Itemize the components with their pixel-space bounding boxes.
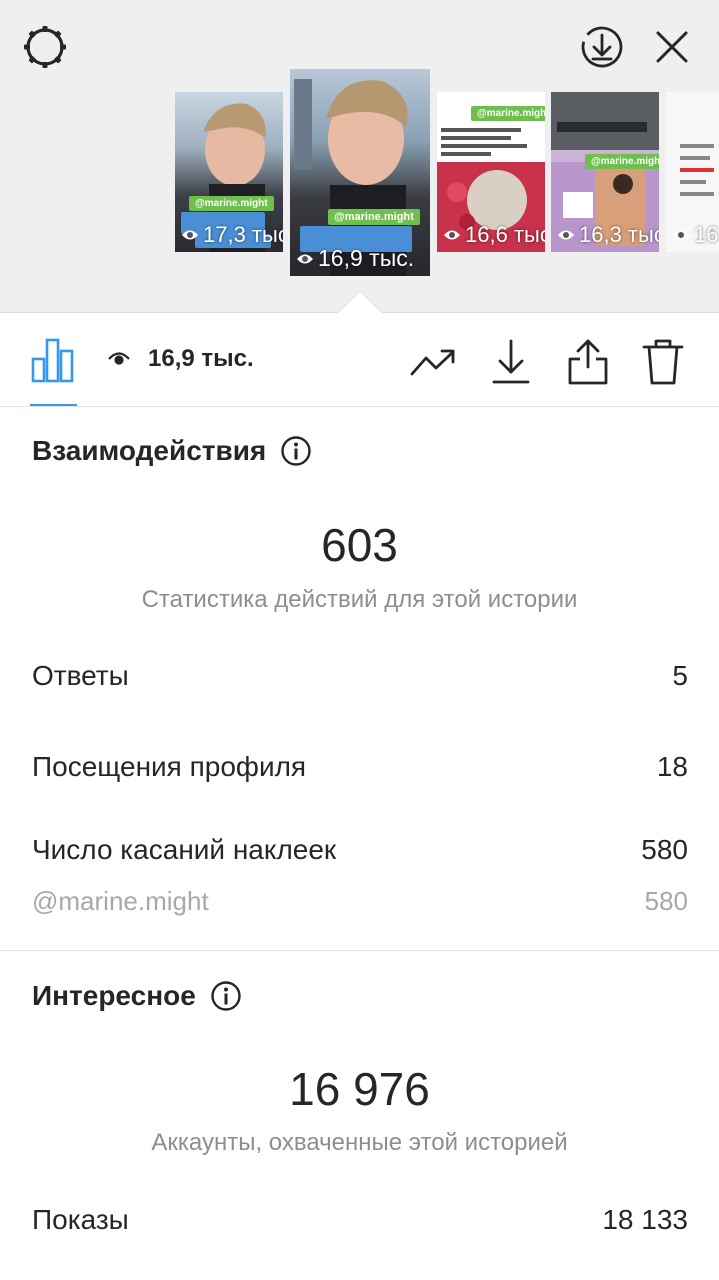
thumbnail-views-label: 17,3 тыс.: [203, 222, 283, 247]
eye-icon: [108, 352, 130, 365]
mention-sticker: @marine.might: [471, 106, 545, 121]
story-carousel-area: @marine.might 17,3 тыс. @marine.might 16…: [0, 0, 719, 313]
thumbnail-views: 17,3 тыс.: [181, 222, 283, 248]
section-divider: [0, 950, 719, 951]
insights-tab[interactable]: [30, 337, 78, 407]
stat-label: Число касаний наклеек: [32, 834, 337, 865]
thumbnail-views-label: 16,6 тыс.: [465, 222, 545, 247]
thumbnail-views-label: 16: [694, 222, 719, 247]
thumbnail-views: 16: [672, 222, 718, 248]
thumbnail-views: 16,6 тыс.: [443, 222, 545, 248]
delete-button[interactable]: [638, 337, 688, 387]
active-tab-indicator: [30, 404, 77, 406]
stat-value: 580: [641, 834, 688, 865]
stat-row-impressions: Показы 18 133: [32, 1204, 688, 1236]
discovery-total: 16 976: [289, 1063, 430, 1115]
trending-icon: [410, 349, 455, 376]
share-icon: [568, 339, 608, 385]
stat-label: @marine.might: [32, 886, 209, 916]
thumbnail-views: 16,3 тыс.: [557, 222, 659, 248]
info-icon[interactable]: [280, 435, 312, 467]
thumbnail-views: 16,9 тыс.: [296, 245, 414, 272]
stat-row-replies: Ответы 5: [32, 660, 688, 692]
thumbnail-views-label: 16,9 тыс.: [318, 245, 415, 271]
interactions-title: Взаимодействия: [32, 435, 267, 466]
stat-label: Показы: [32, 1204, 129, 1235]
stat-row-sticker-taps: Число касаний наклеек 580: [32, 834, 688, 866]
discovery-section-title: Интересное: [32, 980, 242, 1012]
eye-icon: [444, 230, 460, 240]
promote-button[interactable]: [408, 337, 458, 387]
stat-label: Ответы: [32, 660, 129, 691]
interactions-section-title: Взаимодействия: [32, 435, 312, 467]
eye-icon: [558, 230, 574, 240]
story-thumbnail-selected[interactable]: @marine.might 16,9 тыс.: [290, 69, 430, 276]
stat-value: 18 133: [602, 1204, 688, 1235]
download-icon: [492, 339, 530, 384]
eye-icon: [673, 230, 689, 240]
views-count-label: 16,9 тыс.: [148, 345, 254, 372]
mention-sticker: @marine.might: [585, 154, 659, 169]
interactions-total: 603: [321, 519, 398, 571]
story-thumbnail[interactable]: @marine.might 17,3 тыс.: [175, 92, 283, 252]
download-circle-icon: [581, 26, 623, 68]
mention-sticker: @marine.might: [328, 209, 420, 225]
stat-value: 5: [672, 660, 688, 691]
interactions-caption: Статистика действий для этой истории: [141, 586, 578, 613]
story-thumbnail[interactable]: 16: [666, 92, 719, 252]
download-button[interactable]: [486, 337, 536, 387]
info-icon[interactable]: [210, 980, 242, 1012]
story-thumbnail[interactable]: @marine.might 16,3 тыс.: [551, 92, 659, 252]
story-thumbnail[interactable]: @marine.might 16,6 тыс.: [437, 92, 545, 252]
discovery-title: Интересное: [32, 980, 196, 1011]
save-story-button[interactable]: [579, 24, 625, 70]
stat-label: Посещения профиля: [32, 751, 307, 782]
mention-sticker: @marine.might: [189, 196, 274, 211]
gear-icon: [24, 26, 66, 68]
share-button[interactable]: [563, 337, 613, 387]
stat-row-profile-visits: Посещения профиля 18: [32, 751, 688, 783]
selection-pointer: [338, 292, 382, 313]
story-action-bar: 16,9 тыс.: [0, 313, 719, 407]
close-icon: [656, 31, 688, 63]
discovery-caption: Аккаунты, охваченные этой историей: [151, 1129, 568, 1156]
eye-icon: [182, 230, 198, 240]
bar-chart-icon: [31, 338, 74, 383]
eye-icon: [297, 254, 313, 263]
close-button[interactable]: [649, 24, 695, 70]
stat-value: 580: [644, 886, 688, 916]
stat-value: 18: [656, 751, 688, 782]
settings-button[interactable]: [22, 24, 68, 70]
trash-icon: [642, 339, 684, 385]
thumbnail-views-label: 16,3 тыс.: [579, 222, 659, 247]
stat-row-mention-sticker: @marine.might 580: [32, 886, 688, 917]
views-count: 16,9 тыс.: [108, 345, 254, 373]
